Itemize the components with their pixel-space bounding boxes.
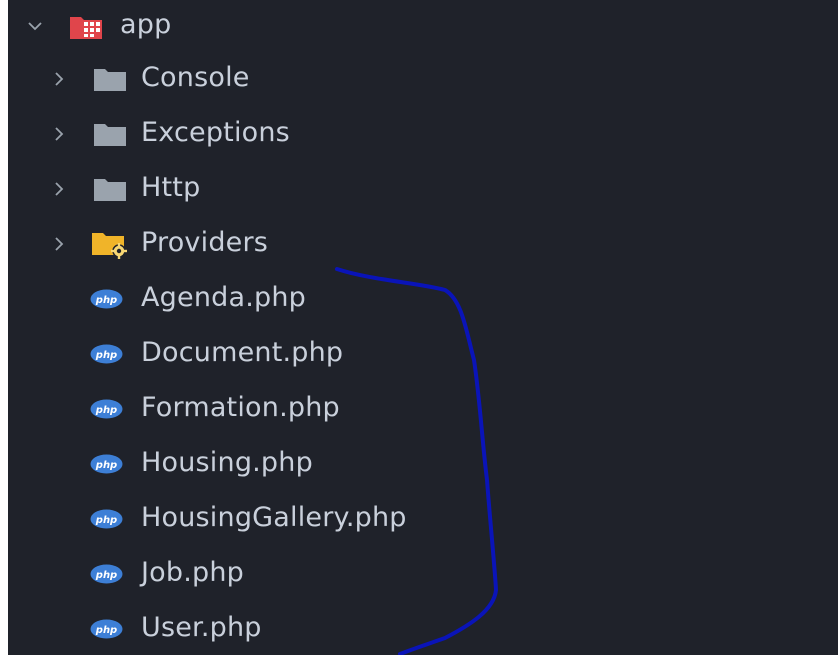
tree-item-label: User.php bbox=[141, 612, 262, 643]
svg-text:php: php bbox=[95, 625, 117, 636]
folder-icon bbox=[92, 65, 128, 93]
chevron-down-icon[interactable] bbox=[26, 17, 44, 35]
file-explorer: app Console Exceptions Http Providers ph… bbox=[8, 0, 838, 655]
php-file-icon: php bbox=[90, 564, 123, 584]
tree-item-http[interactable]: Http bbox=[8, 163, 838, 215]
folder-app-icon bbox=[68, 11, 104, 41]
svg-text:php: php bbox=[95, 350, 117, 361]
tree-item-housing-php[interactable]: php Housing.php bbox=[8, 438, 838, 490]
tree-item-console[interactable]: Console bbox=[8, 53, 838, 105]
tree-item-label: Formation.php bbox=[141, 392, 340, 423]
php-file-icon: php bbox=[90, 454, 123, 474]
php-file-icon: php bbox=[90, 399, 123, 419]
svg-text:php: php bbox=[95, 570, 117, 581]
tree-item-label: app bbox=[120, 9, 172, 40]
chevron-right-icon[interactable] bbox=[50, 180, 68, 198]
chevron-right-icon[interactable] bbox=[50, 125, 68, 143]
chevron-right-icon[interactable] bbox=[50, 70, 68, 88]
tree-item-exceptions[interactable]: Exceptions bbox=[8, 108, 838, 160]
folder-icon bbox=[92, 120, 128, 148]
tree-item-user-php[interactable]: php User.php bbox=[8, 603, 838, 655]
php-file-icon: php bbox=[90, 619, 123, 639]
tree-item-providers[interactable]: Providers bbox=[8, 218, 838, 270]
tree-item-label: Housing.php bbox=[141, 447, 313, 478]
svg-text:php: php bbox=[95, 460, 117, 471]
tree-item-label: Exceptions bbox=[141, 117, 290, 148]
tree-item-app[interactable]: app bbox=[8, 0, 838, 52]
php-file-icon: php bbox=[90, 509, 123, 529]
tree-item-label: Console bbox=[141, 62, 250, 93]
tree-item-label: Agenda.php bbox=[141, 282, 306, 313]
tree-item-formation-php[interactable]: php Formation.php bbox=[8, 383, 838, 435]
tree-item-document-php[interactable]: php Document.php bbox=[8, 328, 838, 380]
svg-text:php: php bbox=[95, 405, 117, 416]
php-file-icon: php bbox=[90, 289, 123, 309]
tree-item-housinggallery-php[interactable]: php HousingGallery.php bbox=[8, 493, 838, 545]
folder-config-icon bbox=[90, 228, 130, 260]
tree-item-agenda-php[interactable]: php Agenda.php bbox=[8, 273, 838, 325]
tree-item-label: Job.php bbox=[141, 557, 244, 588]
tree-item-job-php[interactable]: php Job.php bbox=[8, 548, 838, 600]
chevron-right-icon[interactable] bbox=[50, 235, 68, 253]
svg-text:php: php bbox=[95, 295, 117, 306]
svg-text:php: php bbox=[95, 515, 117, 526]
tree-item-label: Providers bbox=[141, 227, 269, 258]
tree-item-label: Document.php bbox=[141, 337, 344, 368]
tree-item-label: HousingGallery.php bbox=[141, 502, 407, 533]
folder-icon bbox=[92, 175, 128, 203]
php-file-icon: php bbox=[90, 344, 123, 364]
tree-item-label: Http bbox=[141, 172, 201, 203]
